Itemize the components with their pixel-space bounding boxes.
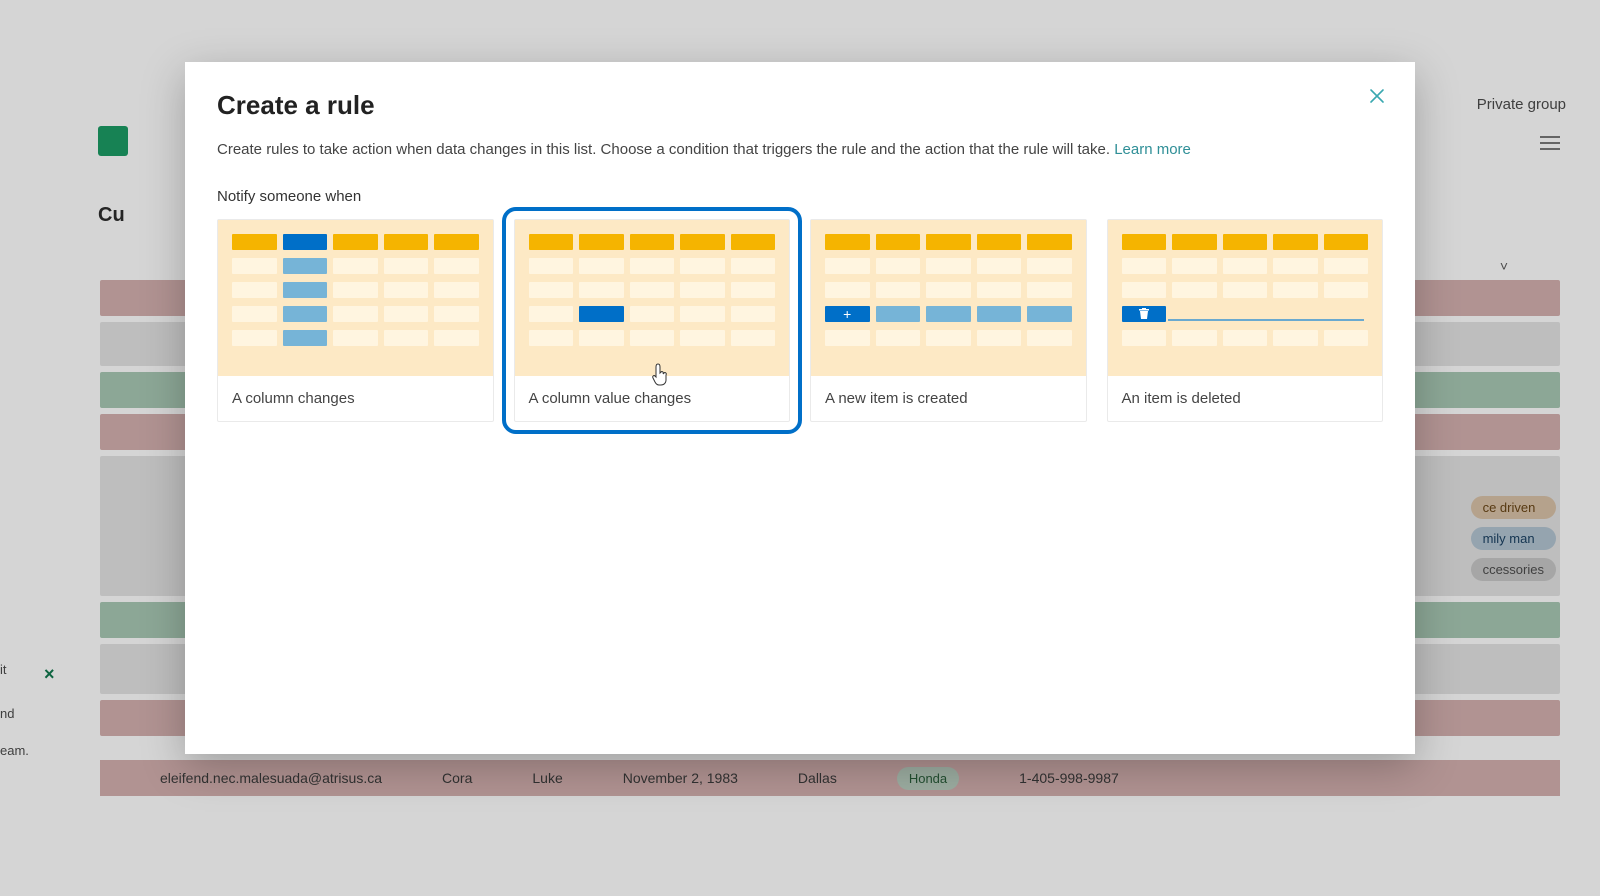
card-column-value-changes[interactable]: A column value changes xyxy=(514,219,791,422)
strike-line xyxy=(1168,319,1365,321)
card-column-changes[interactable]: A column changes xyxy=(217,219,494,422)
card-thumbnail: + xyxy=(811,220,1086,376)
card-label: A column changes xyxy=(218,376,493,411)
dialog-title: Create a rule xyxy=(217,90,1383,121)
card-thumbnail xyxy=(1108,220,1383,376)
modal-overlay: Create a rule Create rules to take actio… xyxy=(0,0,1600,896)
card-item-deleted[interactable]: An item is deleted xyxy=(1107,219,1384,422)
trash-icon xyxy=(1122,306,1167,322)
rule-condition-cards: A column changes A column value changes xyxy=(217,219,1383,422)
dialog-close-button[interactable] xyxy=(1363,82,1391,110)
section-label: Notify someone when xyxy=(217,188,1383,205)
learn-more-link[interactable]: Learn more xyxy=(1114,141,1191,158)
card-label: A new item is created xyxy=(811,376,1086,411)
dialog-description: Create rules to take action when data ch… xyxy=(217,141,1383,158)
card-label: A column value changes xyxy=(515,376,790,411)
plus-icon: + xyxy=(825,306,870,322)
create-rule-dialog: Create a rule Create rules to take actio… xyxy=(185,62,1415,754)
card-item-created[interactable]: + A new item is created xyxy=(810,219,1087,422)
card-thumbnail xyxy=(515,220,790,376)
card-thumbnail xyxy=(218,220,493,376)
close-icon xyxy=(1369,88,1385,104)
card-label: An item is deleted xyxy=(1108,376,1383,411)
